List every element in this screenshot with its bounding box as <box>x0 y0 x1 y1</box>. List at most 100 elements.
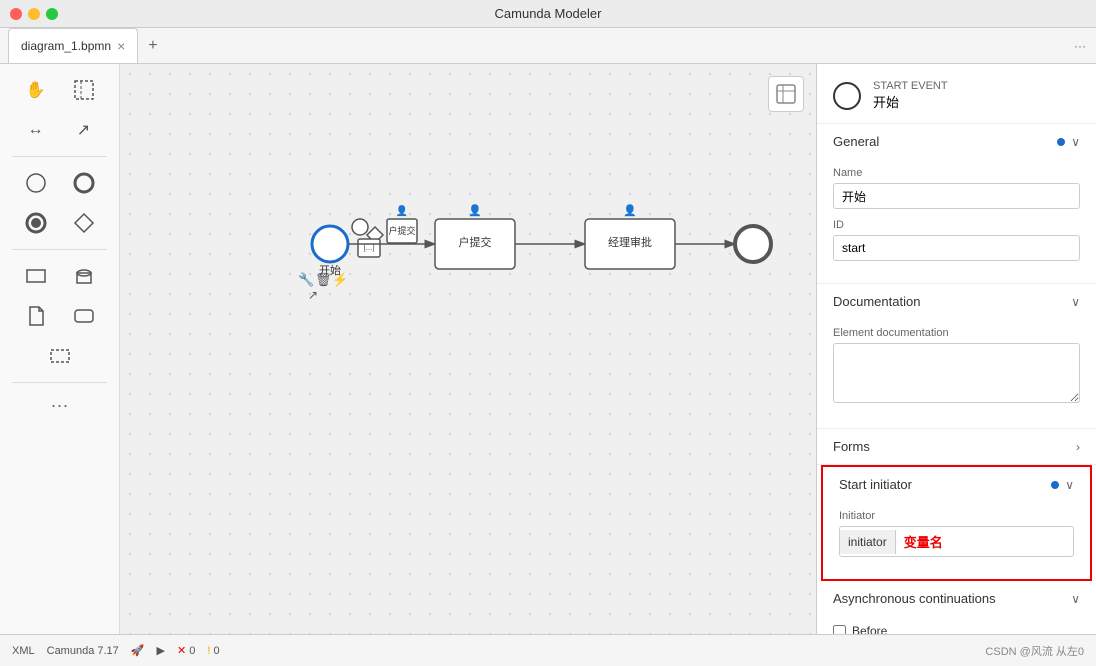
right-panel: START EVENT 开始 General ∨ Name ID <box>816 64 1096 634</box>
start-event[interactable] <box>312 226 348 262</box>
thick-circle-tool[interactable] <box>64 165 104 201</box>
task1-label: 户提交 <box>459 235 492 249</box>
app-title: Camunda Modeler <box>495 6 602 21</box>
bpmn-diagram: 开始 🔧 🗑 ⚡ ↗ 👤 户提交 [...] 👤 户 <box>270 184 816 384</box>
tool-row-3 <box>4 165 115 201</box>
bolt-icon[interactable]: ⚡ <box>332 272 348 288</box>
general-chevron-icon: ∨ <box>1071 135 1080 149</box>
section-async-title: Asynchronous continuations <box>833 591 996 606</box>
tab-menu-button[interactable]: ··· <box>1064 28 1096 63</box>
name-label: Name <box>833 167 1080 179</box>
async-body: Before After <box>817 616 1096 634</box>
play-button[interactable]: ▶ <box>157 644 165 657</box>
doc-controls: ∨ <box>1071 295 1080 309</box>
initiator-prefix: initiator <box>840 530 896 554</box>
initiator-field: Initiator initiator 变量名 <box>839 510 1074 557</box>
start-event-icon <box>833 82 861 110</box>
status-bar-left: XML Camunda 7.17 🚀 ▶ ✕ 0 ! 0 <box>12 644 220 657</box>
task2-label: 经理审批 <box>608 235 652 249</box>
wrench-icon[interactable]: 🔧 <box>298 271 314 287</box>
arrow-tool[interactable]: ↗ <box>64 112 104 148</box>
status-bar: XML Camunda 7.17 🚀 ▶ ✕ 0 ! 0 CSDN @风流 从左… <box>0 634 1096 666</box>
right-panel-header: START EVENT 开始 <box>817 64 1096 124</box>
section-initiator-title: Start initiator <box>839 477 912 492</box>
async-chevron-icon: ∨ <box>1071 592 1080 606</box>
svg-text:👤: 👤 <box>468 204 482 217</box>
add-tab-button[interactable]: + <box>138 28 167 63</box>
event-name: 开始 <box>873 92 948 111</box>
section-forms-header[interactable]: Forms › <box>817 429 1096 464</box>
circle-tool[interactable] <box>16 165 56 201</box>
dashed-rect-tool[interactable] <box>40 338 80 374</box>
tool-row-1: ✋ <box>4 72 115 108</box>
documentation-body: Element documentation <box>817 319 1096 428</box>
trash-icon[interactable]: 🗑 <box>315 272 332 287</box>
before-checkbox[interactable] <box>833 625 846 635</box>
general-body: Name ID <box>817 159 1096 283</box>
error-indicator: ✕ 0 <box>177 644 195 657</box>
end-event[interactable] <box>735 226 771 262</box>
filled-circle-tool[interactable] <box>16 205 56 241</box>
id-label: ID <box>833 219 1080 231</box>
tool-row-4 <box>4 205 115 241</box>
element-doc-textarea[interactable] <box>833 343 1080 403</box>
separator-2 <box>12 249 107 250</box>
initiator-value[interactable]: 变量名 <box>896 527 1073 556</box>
tool-row-7 <box>4 338 115 374</box>
name-field: Name <box>833 167 1080 209</box>
tab-diagram[interactable]: diagram_1.bpmn × <box>8 28 138 63</box>
minimap-button[interactable] <box>768 76 804 112</box>
expand-icon[interactable]: ↗ <box>308 288 318 302</box>
maximize-button[interactable] <box>46 8 58 20</box>
section-general-header[interactable]: General ∨ <box>817 124 1096 159</box>
separator-3 <box>12 382 107 383</box>
diamond-tool[interactable] <box>64 205 104 241</box>
shape-opt-circle[interactable] <box>352 219 368 235</box>
before-label: Before <box>852 624 887 634</box>
status-bar-right: CSDN @风流 从左0 <box>985 643 1084 659</box>
db-tool[interactable] <box>64 258 104 294</box>
forms-controls: › <box>1076 440 1080 454</box>
svg-text:户提交: 户提交 <box>388 225 415 236</box>
minimize-button[interactable] <box>28 8 40 20</box>
hand-tool[interactable]: ✋ <box>16 72 56 108</box>
tab-close-icon[interactable]: × <box>117 38 125 54</box>
deploy-icon[interactable]: 🚀 <box>131 644 145 657</box>
rect-tool[interactable] <box>16 258 56 294</box>
close-button[interactable] <box>10 8 22 20</box>
canvas-area[interactable]: 开始 🔧 🗑 ⚡ ↗ 👤 户提交 [...] 👤 户 <box>120 64 816 634</box>
tool-row-6 <box>4 298 115 334</box>
section-documentation-title: Documentation <box>833 294 920 309</box>
initiator-input-group: initiator 变量名 <box>839 526 1074 557</box>
tab-label: diagram_1.bpmn <box>21 39 111 53</box>
tool-row-5 <box>4 258 115 294</box>
name-input[interactable] <box>833 183 1080 209</box>
connect-tool[interactable]: ↔ <box>16 112 56 148</box>
section-async-header[interactable]: Asynchronous continuations ∨ <box>817 581 1096 616</box>
lasso-tool[interactable] <box>64 72 104 108</box>
id-field: ID <box>833 219 1080 261</box>
svg-text:👤: 👤 <box>623 204 637 217</box>
more-tools-button[interactable]: ··· <box>4 391 115 420</box>
element-doc-field: Element documentation <box>833 327 1080 406</box>
event-type-label: START EVENT <box>873 80 948 92</box>
title-bar: Camunda Modeler <box>0 0 1096 28</box>
initiator-body: Initiator initiator 变量名 <box>823 502 1090 579</box>
tool-row-2: ↔ ↗ <box>4 112 115 148</box>
section-general: General ∨ Name ID <box>817 124 1096 284</box>
async-controls: ∨ <box>1071 592 1080 606</box>
xml-label[interactable]: XML <box>12 645 35 657</box>
general-controls: ∨ <box>1057 135 1080 149</box>
section-documentation: Documentation ∨ Element documentation <box>817 284 1096 429</box>
right-panel-header-info: START EVENT 开始 <box>873 80 948 111</box>
section-initiator-header[interactable]: Start initiator ∨ <box>823 467 1090 502</box>
section-documentation-header[interactable]: Documentation ∨ <box>817 284 1096 319</box>
section-general-title: General <box>833 134 879 149</box>
rounded-rect-tool[interactable] <box>64 298 104 334</box>
doc-tool[interactable] <box>16 298 56 334</box>
id-input[interactable] <box>833 235 1080 261</box>
version-label: Camunda 7.17 <box>47 645 119 657</box>
csdn-info: CSDN @风流 从左0 <box>985 643 1084 659</box>
svg-text:👤: 👤 <box>396 204 408 217</box>
traffic-lights <box>10 8 58 20</box>
